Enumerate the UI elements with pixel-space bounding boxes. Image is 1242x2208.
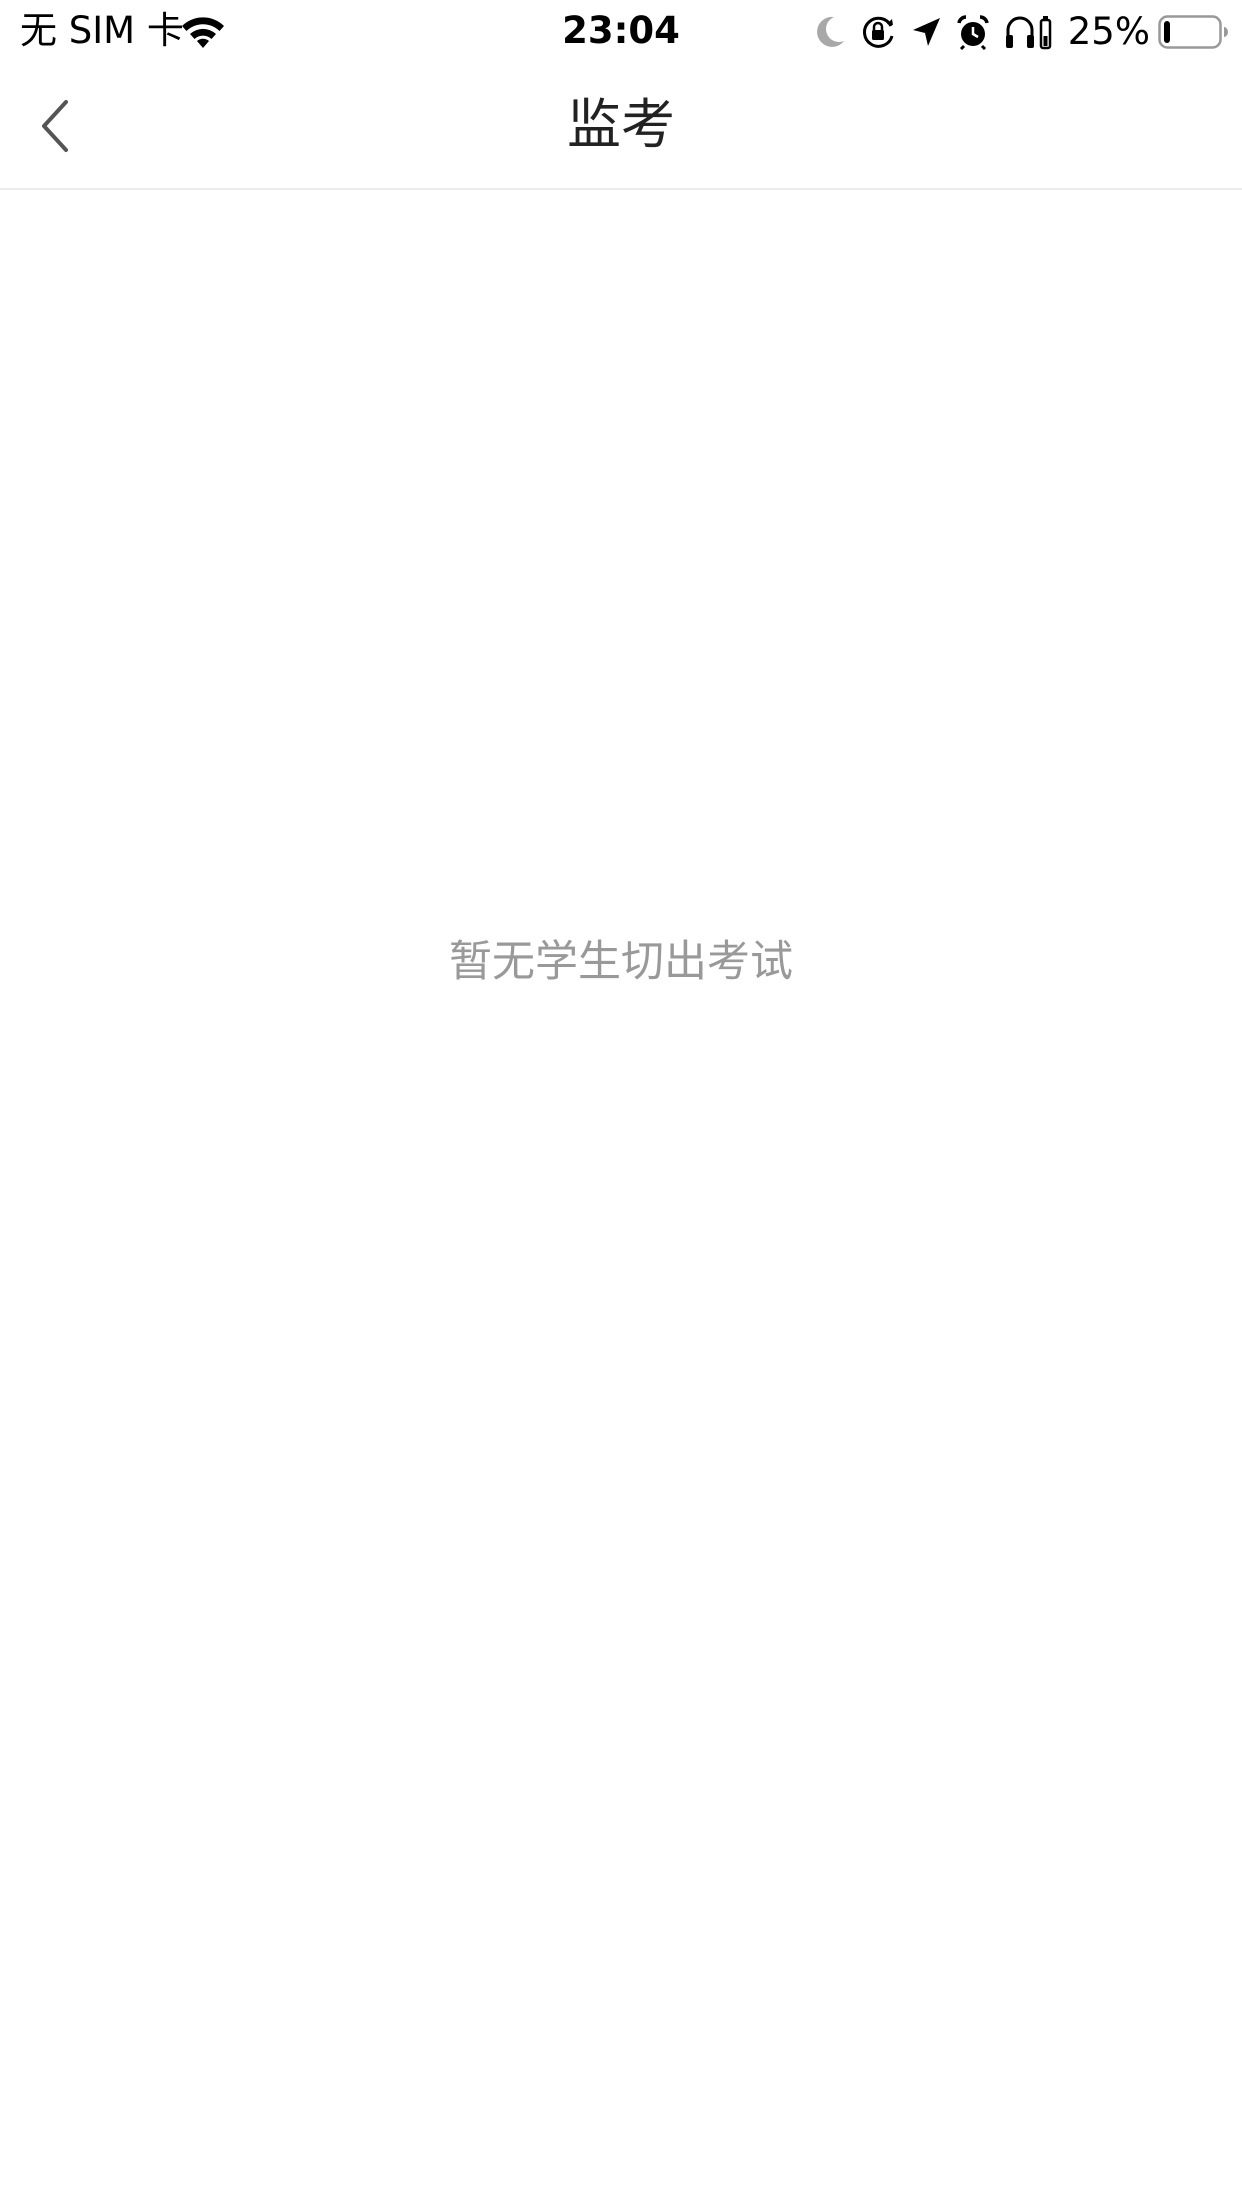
page-title: 监考 [567, 93, 675, 156]
empty-state-message: 暂无学生切出考试 [449, 937, 793, 987]
content-area: 暂无学生切出考试 [0, 190, 1242, 2208]
headphones-icon [1005, 16, 1051, 50]
status-bar: 无 SIM 卡 23:04 25% [0, 0, 1242, 62]
status-icons: 25% [814, 10, 1228, 54]
screen: 无 SIM 卡 23:04 25% 监考 暂无学生切出考试 [0, 0, 1242, 2208]
nav-bar: 监考 [0, 62, 1242, 190]
battery-icon [1158, 15, 1228, 49]
moon-icon [816, 16, 844, 47]
location-icon [912, 18, 940, 46]
alarm-icon [957, 15, 989, 50]
battery-percent: 25% [1067, 10, 1150, 53]
rotation-lock-icon [862, 16, 894, 48]
